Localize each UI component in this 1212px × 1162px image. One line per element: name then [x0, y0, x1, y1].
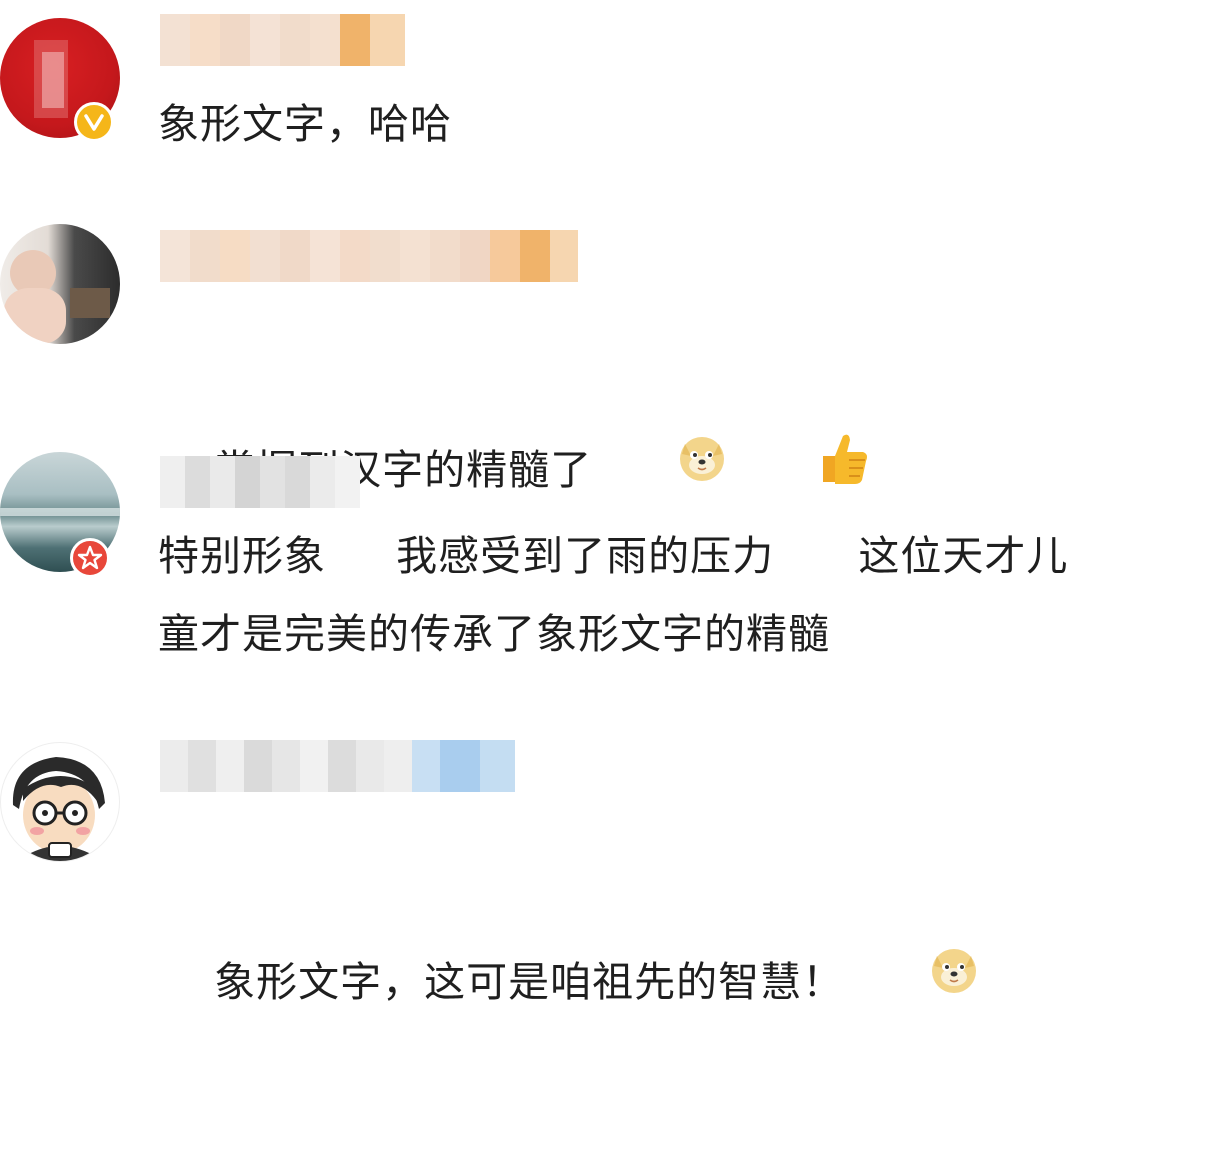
doge-emoji-icon: [844, 872, 980, 1090]
username-blurred[interactable]: [160, 456, 360, 508]
comment-text: 象形文字，哈哈: [158, 100, 452, 148]
avatar[interactable]: [0, 742, 120, 862]
comment-item: 掌握到汉字的精髓了: [0, 200, 1212, 494]
comment-item: 特别形象 我感受到了雨的压力 这位天才儿 童才是完美的传承了象形文字的精髓: [0, 430, 1212, 690]
comment-item: 象形文字，哈哈: [0, 0, 1212, 180]
username-blurred[interactable]: [160, 740, 515, 792]
username-blurred[interactable]: [160, 14, 405, 66]
comment-text: 象形文字，这可是咱祖先的智慧！: [158, 808, 980, 1162]
comment-text-line: 特别形象 我感受到了雨的压力 这位天才儿: [158, 532, 1069, 580]
verified-v-icon: [74, 102, 114, 142]
comment-item: 象形文字，这可是咱祖先的智慧！: [0, 720, 1212, 1006]
cartoon-face-icon: [12, 757, 105, 861]
comment-text-line: 童才是完美的传承了象形文字的精髓: [158, 610, 830, 658]
username-blurred[interactable]: [160, 230, 578, 282]
avatar[interactable]: [0, 224, 120, 344]
comment-text-content: 象形文字，这可是咱祖先的智慧！: [214, 958, 845, 1006]
star-badge-icon: [70, 538, 110, 578]
